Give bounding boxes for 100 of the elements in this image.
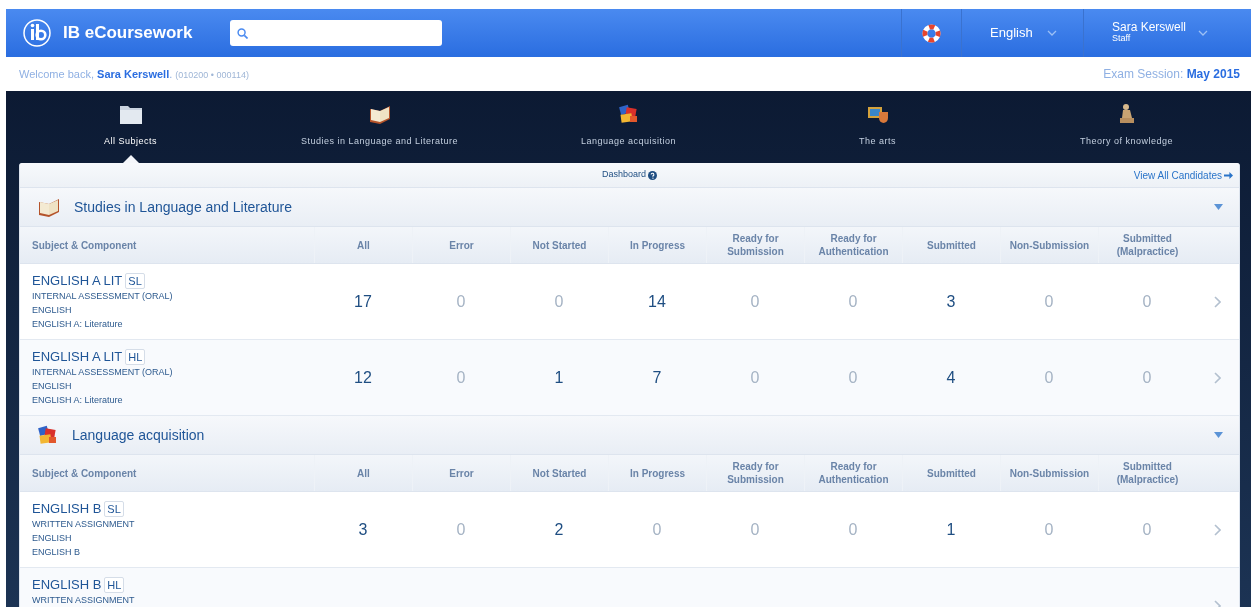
user-name: Sara Kerswell [1112, 22, 1187, 33]
brand-title[interactable]: IB eCoursework [63, 20, 193, 46]
column-header: Ready for Authentication [817, 232, 890, 258]
component-detail: WRITTEN ASSIGNMENT [32, 594, 136, 607]
column-header: Ready for Submission [726, 460, 785, 486]
column-header: Submitted [926, 238, 977, 252]
subject-title[interactable]: ENGLISH B [32, 577, 102, 593]
column-header: In Progress [629, 466, 686, 480]
component-detail: WRITTEN ASSIGNMENT [32, 518, 136, 531]
user-menu[interactable]: Sara Kerswell Staff [1083, 9, 1251, 57]
column-header: Not Started [531, 466, 588, 480]
component-detail: INTERNAL ASSESSMENT (ORAL) [32, 290, 174, 303]
component-detail: ENGLISH [32, 380, 73, 393]
level-tag: HL [125, 349, 146, 365]
section-header[interactable]: Studies in Language and Literature [20, 188, 1239, 227]
subject-tab[interactable]: The arts [753, 91, 1002, 163]
column-header: Ready for Submission [726, 232, 785, 258]
chevron-down-icon [1046, 30, 1057, 36]
subject-title[interactable]: ENGLISH B [32, 501, 102, 517]
column-header: Submitted [926, 466, 977, 480]
count-value: 0 [848, 291, 858, 312]
count-value: 3 [946, 291, 956, 312]
folder-icon [118, 103, 143, 125]
subject-title[interactable]: ENGLISH A LIT [32, 349, 123, 365]
count-value: 0 [1044, 367, 1054, 388]
count-value: 1 [946, 519, 956, 540]
count-value: 4 [946, 367, 956, 388]
count-value: 7 [652, 367, 662, 388]
count-value: 3 [358, 519, 368, 540]
column-header: All [356, 466, 371, 480]
count-value: 0 [848, 367, 858, 388]
column-header: Error [448, 238, 475, 252]
column-header: Not Started [531, 238, 588, 252]
count-value: 17 [354, 291, 372, 312]
chevron-right-icon[interactable] [1214, 295, 1221, 308]
count-value: 0 [1142, 367, 1152, 388]
component-detail: ENGLISH A: Literature [32, 394, 124, 407]
dashboard-title: Dashboard [602, 168, 657, 182]
count-value: 0 [1044, 519, 1054, 540]
language-dropdown[interactable]: English [961, 9, 1083, 57]
count-value: 0 [554, 291, 564, 312]
component-detail: ENGLISH [32, 304, 73, 317]
column-header: Submitted (Malpractice) [1115, 460, 1180, 486]
component-detail: ENGLISH A: Literature [32, 318, 124, 331]
selected-pointer-icon [122, 155, 139, 163]
count-value: 12 [354, 367, 372, 388]
level-tag: SL [104, 501, 124, 517]
lifebuoy-icon[interactable] [922, 23, 941, 43]
chevron-right-icon[interactable] [1214, 523, 1221, 536]
count-value: 0 [750, 519, 760, 540]
section-title: Studies in Language and Literature [74, 197, 292, 217]
count-value: 0 [456, 367, 466, 388]
component-detail: ENGLISH [32, 532, 73, 545]
level-tag: HL [104, 577, 125, 593]
book-icon [367, 103, 392, 125]
user-role: Staff [1112, 33, 1132, 44]
count-value: 0 [456, 519, 466, 540]
count-value: 0 [848, 519, 858, 540]
welcome-text: Welcome back, Sara Kerswell. (010200 • 000114) [19, 66, 249, 82]
component-detail: INTERNAL ASSESSMENT (ORAL) [32, 366, 174, 379]
column-header: Submitted (Malpractice) [1115, 232, 1180, 258]
count-value: 0 [750, 367, 760, 388]
level-tag: SL [125, 273, 145, 289]
subject-tab[interactable]: All Subjects [6, 91, 255, 163]
count-value: 1 [554, 367, 564, 388]
help-icon [648, 170, 657, 180]
chevron-right-icon[interactable] [1214, 371, 1221, 384]
count-value: 0 [1142, 519, 1152, 540]
count-value: 0 [1142, 291, 1152, 312]
subject-tab[interactable]: Language acquisition [504, 91, 753, 163]
column-header: All [356, 238, 371, 252]
column-header: Subject & Component [32, 238, 137, 253]
column-header: Non-Submission [1009, 238, 1090, 252]
count-value: 0 [456, 291, 466, 312]
caret-down-icon[interactable] [1214, 203, 1223, 211]
view-all-candidates-link[interactable]: View All Candidates [1133, 167, 1233, 183]
count-value: 0 [652, 519, 662, 540]
logo-icon [23, 19, 51, 47]
exam-session: Exam Session: May 2015 [1103, 66, 1240, 83]
count-value: 14 [648, 291, 666, 312]
column-header: Non-Submission [1009, 466, 1090, 480]
section-header[interactable]: Language acquisition [20, 416, 1239, 455]
caret-down-icon[interactable] [1214, 431, 1223, 439]
column-header: In Progress [629, 238, 686, 252]
subject-tab[interactable]: Theory of knowledge [1002, 91, 1251, 163]
subject-title[interactable]: ENGLISH A LIT [32, 273, 123, 289]
search-field[interactable] [230, 20, 443, 46]
component-detail: ENGLISH B [32, 546, 81, 559]
book-icon [36, 196, 62, 218]
search-icon [237, 27, 249, 39]
section-title: Language acquisition [72, 425, 205, 445]
arrow-right-icon [1224, 170, 1233, 180]
chevron-down-icon [1198, 30, 1209, 36]
column-header: Error [448, 466, 475, 480]
column-header: Ready for Authentication [817, 460, 890, 486]
count-value: 2 [554, 519, 564, 540]
subject-tab[interactable]: Studies in Language and Literature [255, 91, 504, 163]
count-value: 0 [750, 291, 760, 312]
count-value: 0 [1044, 291, 1054, 312]
column-header: Subject & Component [32, 466, 137, 481]
